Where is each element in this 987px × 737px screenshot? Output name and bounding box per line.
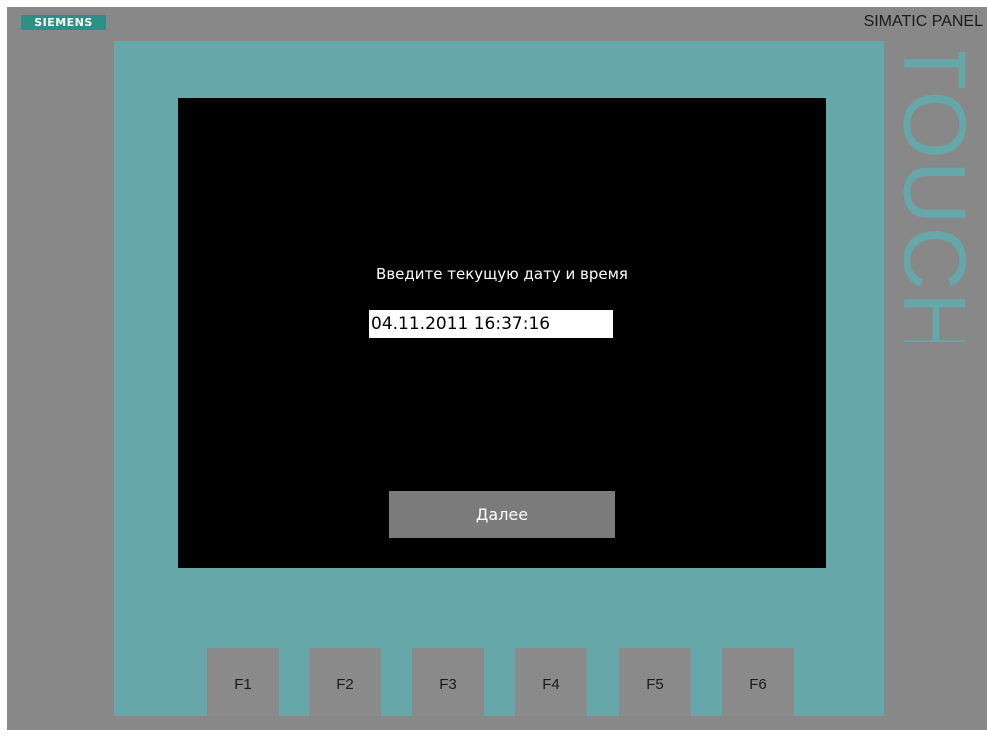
touch-screen: Введите текущую дату и время 04.11.2011 … [178, 98, 826, 568]
function-key-f2[interactable]: F2 [309, 648, 381, 716]
function-key-f4[interactable]: F4 [515, 648, 587, 716]
datetime-input[interactable]: 04.11.2011 16:37:16 [369, 310, 613, 338]
function-key-f5[interactable]: F5 [619, 648, 691, 716]
touch-label-text: TOUCH [886, 52, 983, 342]
datetime-prompt: Введите текущую дату и время [376, 265, 628, 283]
function-key-f6[interactable]: F6 [722, 648, 794, 716]
function-key-f1[interactable]: F1 [207, 648, 279, 716]
touch-label: TOUCH [886, 52, 983, 342]
siemens-logo: SIEMENS [21, 15, 106, 30]
function-key-f3[interactable]: F3 [412, 648, 484, 716]
model-label: SIMATIC PANEL [863, 13, 983, 30]
next-button[interactable]: Далее [389, 491, 615, 538]
